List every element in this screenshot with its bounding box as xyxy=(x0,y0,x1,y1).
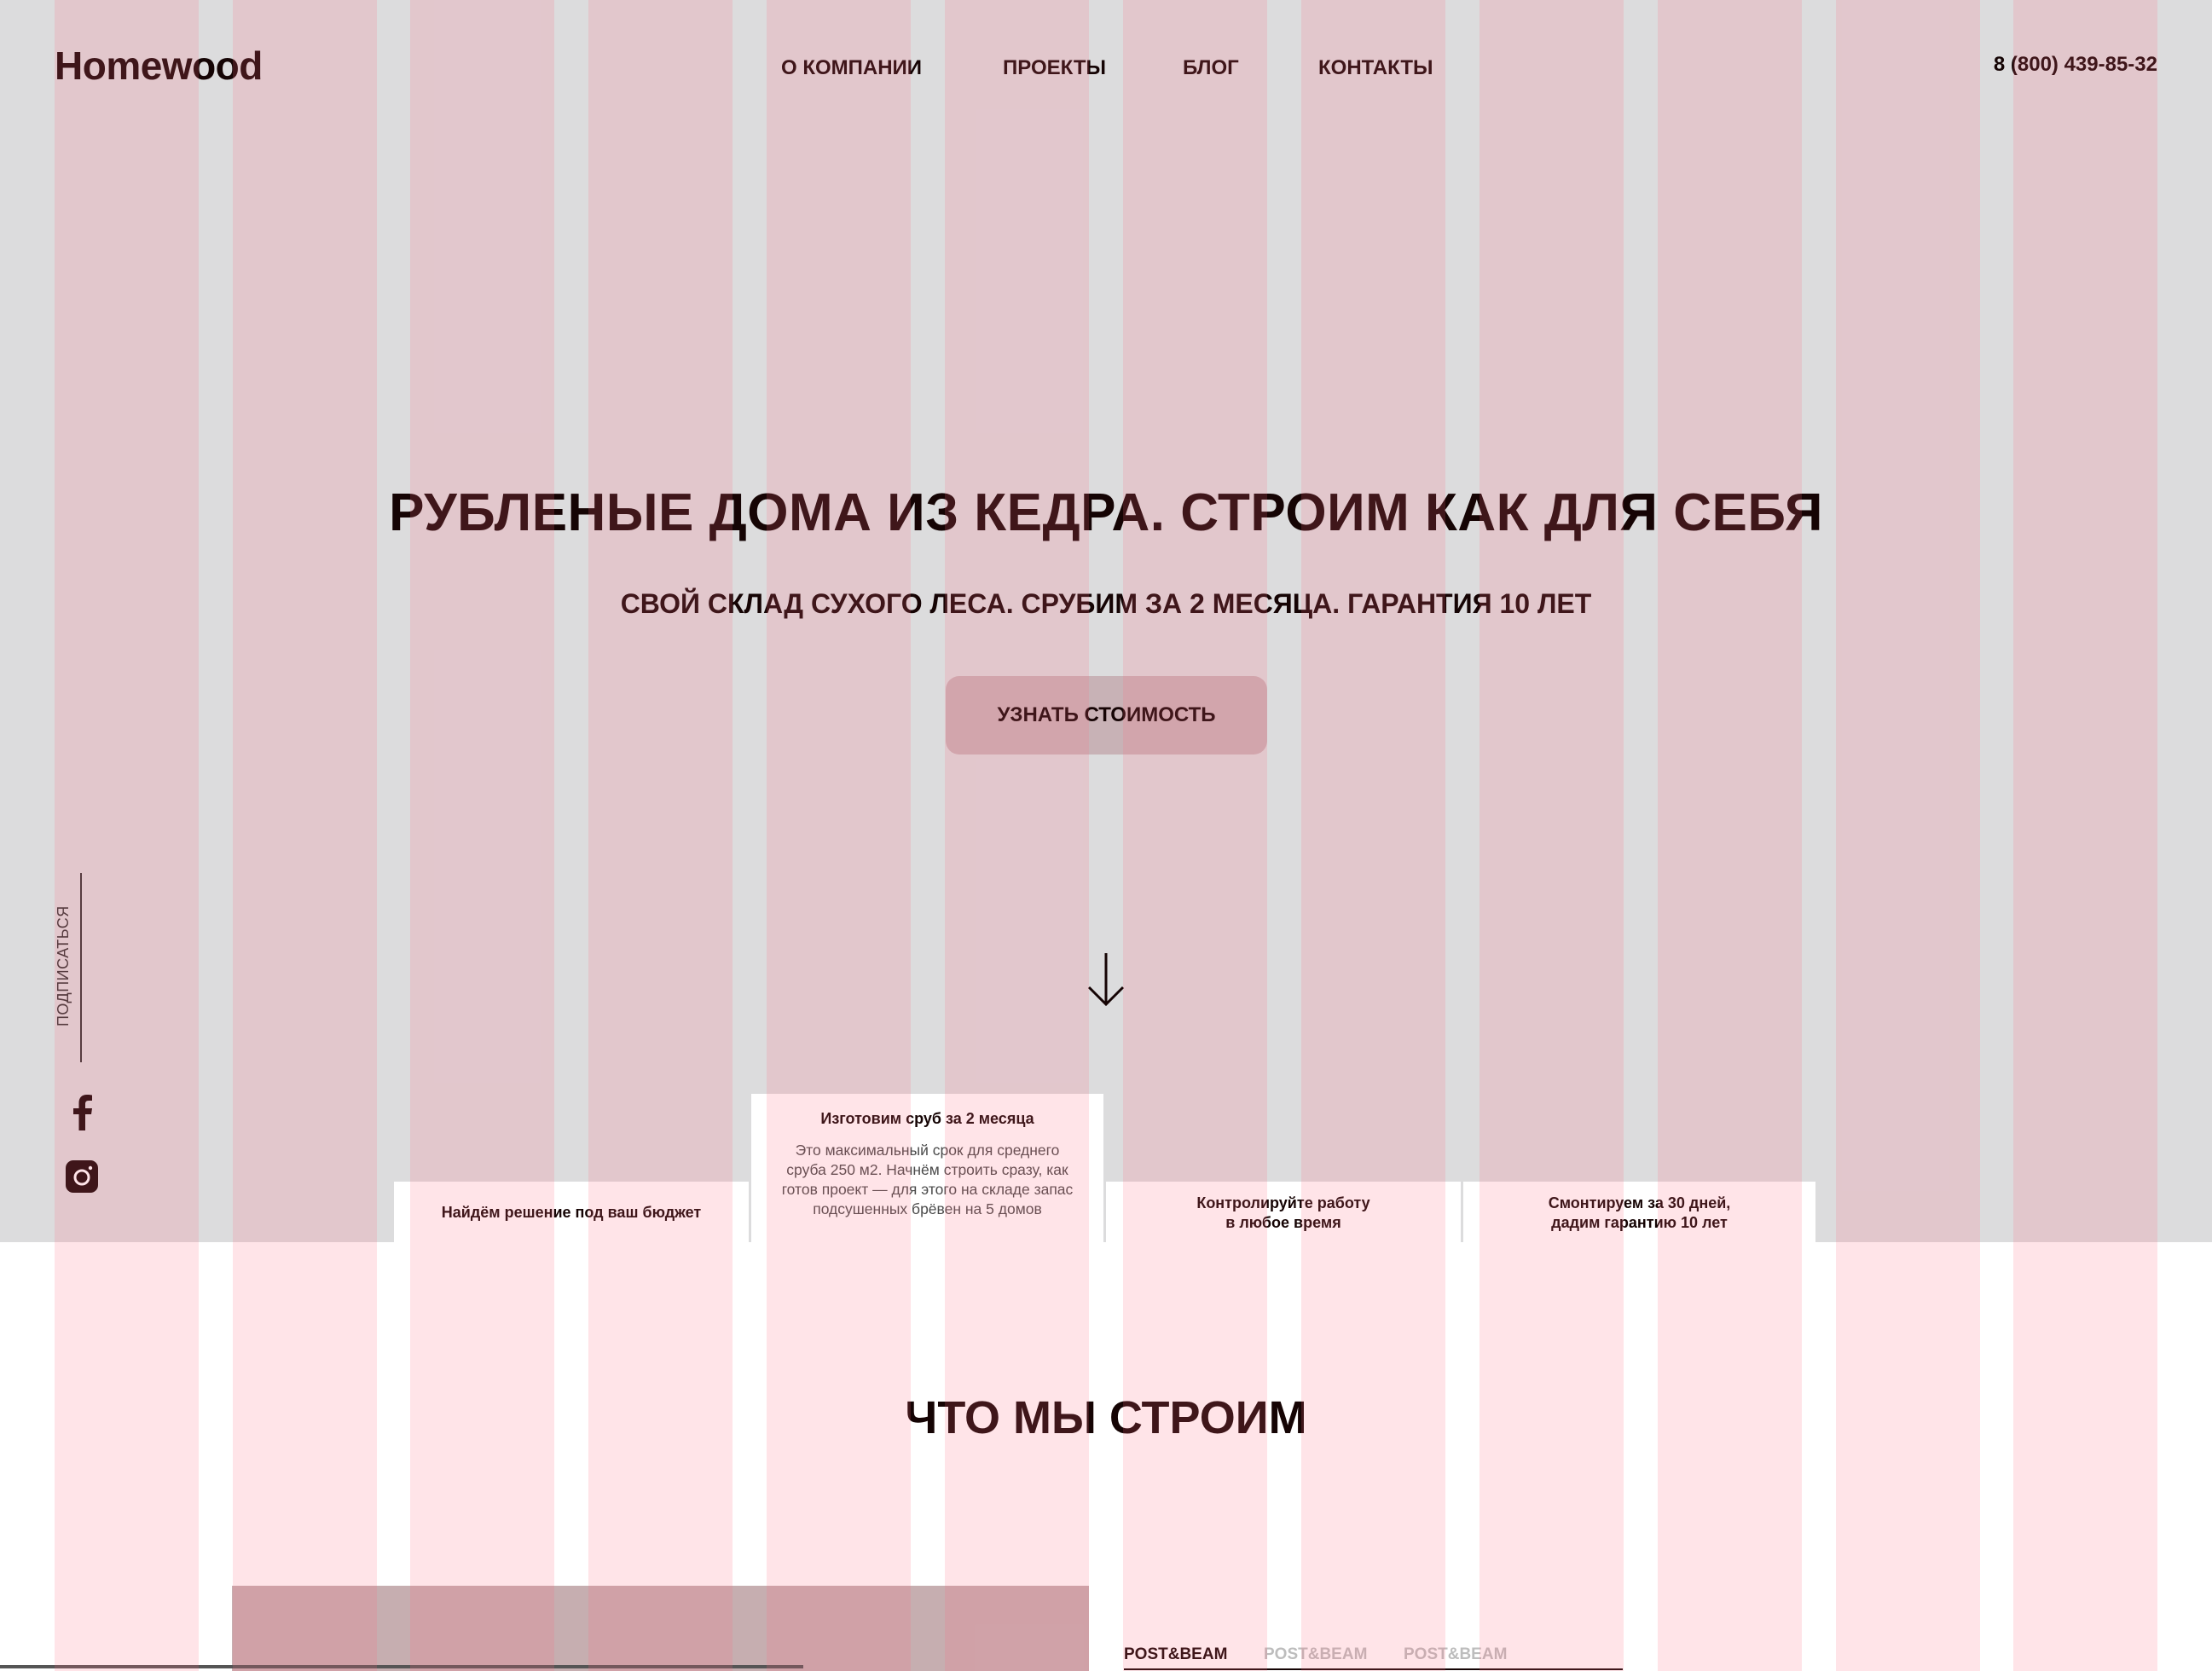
subscribe-link[interactable]: ПОДПИСАТЬСЯ xyxy=(48,873,90,1065)
page: Найдём решение под ваш бюджет Изготовим … xyxy=(0,0,2212,1671)
feature-title: Смонтируем за 30 дней, дадим гарантию 10… xyxy=(1548,1194,1731,1231)
nav-item-projects[interactable]: ПРОЕКТЫ xyxy=(1003,56,1106,80)
photo-scrollbar[interactable] xyxy=(0,1665,803,1668)
arrow-down-icon[interactable] xyxy=(1086,951,1126,1008)
section-title: ЧТО МЫ СТРОИМ xyxy=(905,1392,1307,1443)
tab-post-beam-1[interactable]: POST&BEAM xyxy=(1124,1645,1227,1664)
tab-post-beam-3[interactable]: POST&BEAM xyxy=(1404,1645,1507,1664)
subscribe-divider xyxy=(80,873,82,1062)
hero-subtitle: СВОЙ СКЛАД СУХОГО ЛЕСА. СРУБИМ ЗА 2 МЕСЯ… xyxy=(620,588,1592,619)
facebook-icon[interactable] xyxy=(65,1093,99,1130)
project-photo xyxy=(232,1586,1089,1671)
feature-card-budget: Найдём решение под ваш бюджет xyxy=(394,1182,749,1242)
nav-item-blog[interactable]: БЛОГ xyxy=(1183,56,1239,80)
subscribe-label[interactable]: ПОДПИСАТЬСЯ xyxy=(55,905,72,1026)
phone-number[interactable]: 8 (800) 439-85-32 xyxy=(1994,53,2157,77)
feature-title: Изготовим сруб за 2 месяца xyxy=(820,1110,1034,1127)
nav-item-about[interactable]: О КОМПАНИИ xyxy=(781,56,922,80)
feature-title: Найдём решение под ваш бюджет xyxy=(441,1204,702,1221)
feature-card-control: Контролируйте работу в любое время xyxy=(1106,1182,1461,1242)
main-nav: О КОМПАНИИ ПРОЕКТЫ БЛОГ КОНТАКТЫ xyxy=(0,56,2212,85)
instagram-icon[interactable] xyxy=(65,1158,99,1195)
hero-title: РУБЛЕНЫЕ ДОМА ИЗ КЕДРА. СТРОИМ КАК ДЛЯ С… xyxy=(389,483,1823,542)
tabs-underline xyxy=(1124,1668,1623,1670)
feature-card-warranty: Смонтируем за 30 дней, дадим гарантию 10… xyxy=(1463,1182,1815,1242)
nav-item-contacts[interactable]: КОНТАКТЫ xyxy=(1318,56,1433,80)
hero-background xyxy=(0,0,2212,1242)
tab-post-beam-2[interactable]: POST&BEAM xyxy=(1264,1645,1367,1664)
get-price-button[interactable]: УЗНАТЬ СТОИМОСТЬ xyxy=(946,676,1267,755)
feature-text: Это максимальный срок для среднего сруба… xyxy=(781,1142,1074,1217)
feature-title: Контролируйте работу в любое время xyxy=(1196,1194,1370,1231)
feature-card-2-months: Изготовим сруб за 2 месяца Это максималь… xyxy=(751,1094,1103,1242)
